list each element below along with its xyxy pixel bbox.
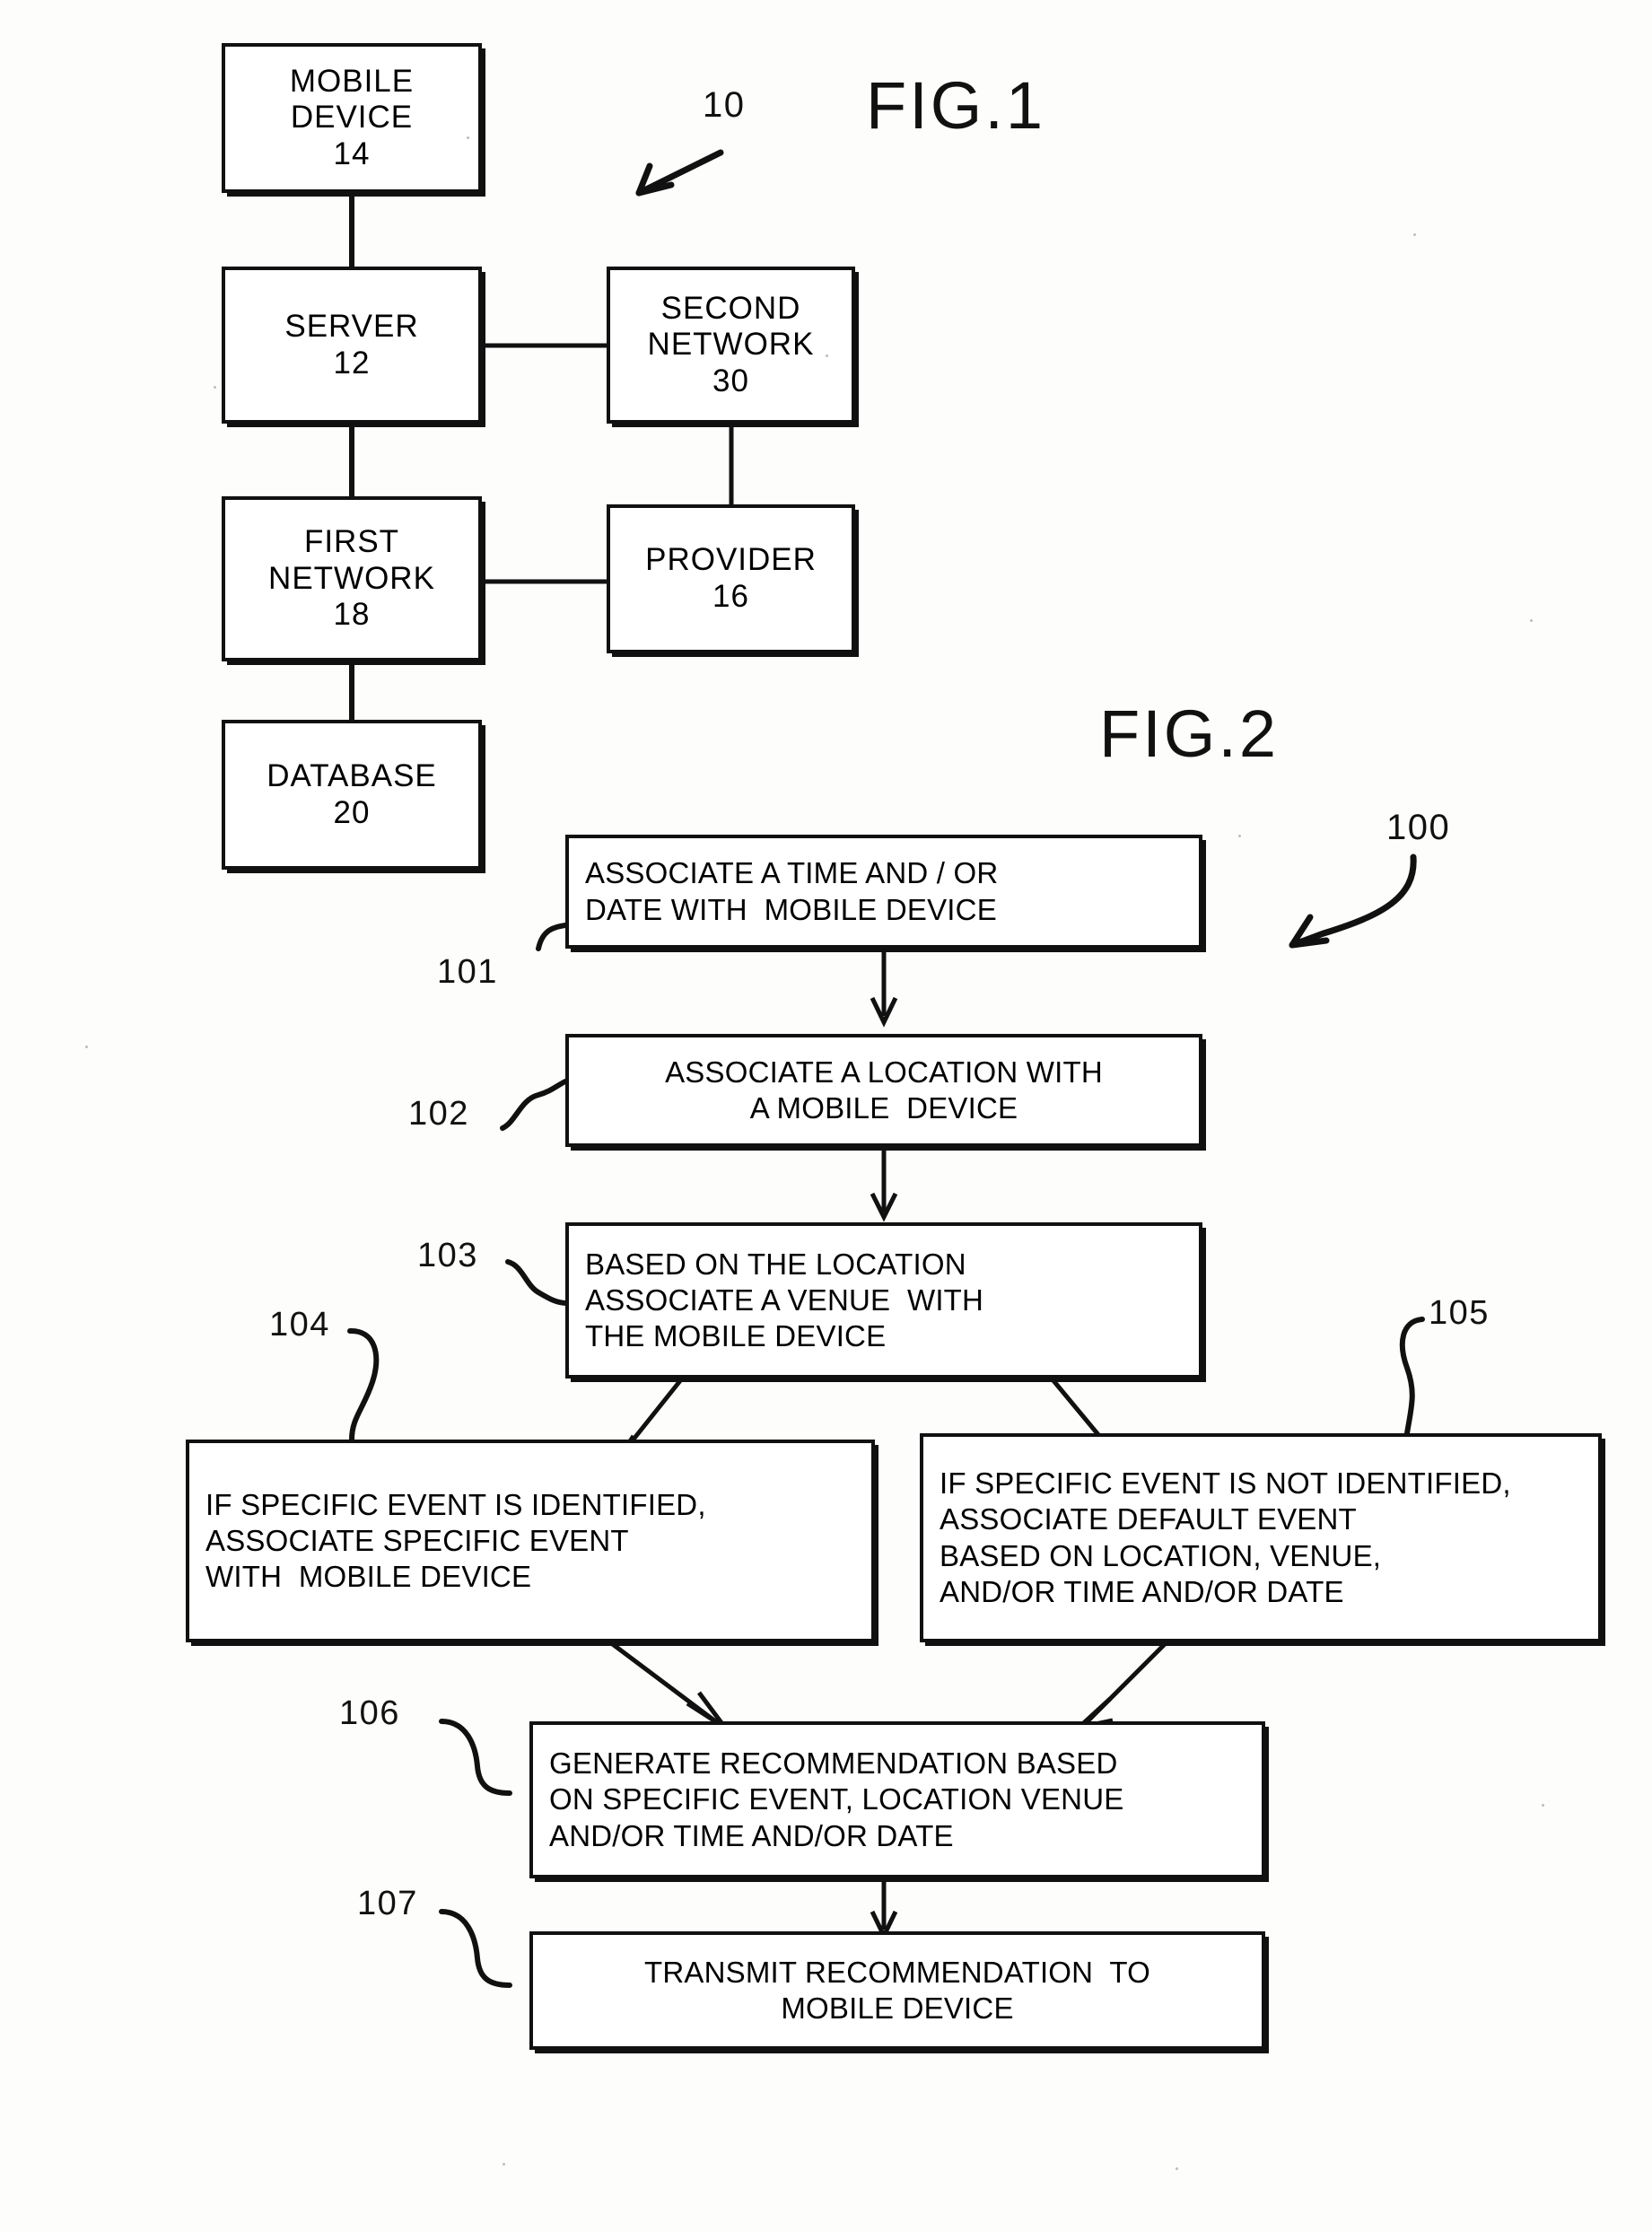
step-line: WITH MOBILE DEVICE (205, 1560, 532, 1594)
patent-drawing-sheet: FIG.1 10 MOBILE DEVICE 14 SERVER 12 SECO… (0, 0, 1652, 2232)
step-line: AND/OR TIME AND/OR DATE (940, 1574, 1344, 1608)
reference-numeral-105: 105 (1429, 1294, 1490, 1332)
fig2-step-101: ASSOCIATE A TIME AND / OR DATE WITH MOBI… (565, 835, 1202, 949)
step-line: IF SPECIFIC EVENT IS IDENTIFIED, (205, 1487, 706, 1521)
node-line: PROVIDER (645, 542, 817, 578)
step-line: BASED ON THE LOCATION (585, 1247, 966, 1281)
scan-speck (503, 2163, 505, 2166)
node-line: FIRST (303, 524, 400, 560)
reference-numeral-107: 107 (357, 1885, 418, 1922)
reference-numeral-10: 10 (703, 85, 746, 125)
scan-speck (85, 1046, 88, 1048)
node-line: DEVICE (290, 100, 414, 136)
step-line: ASSOCIATE A VENUE WITH (585, 1282, 984, 1317)
leader-105 (1399, 1317, 1425, 1436)
fig2-step-106: GENERATE RECOMMENDATION BASED ON SPECIFI… (529, 1721, 1265, 1878)
leader-arrow-10 (635, 149, 724, 197)
figure-1-title: FIG.1 (866, 68, 1046, 143)
reference-numeral-106: 106 (339, 1694, 400, 1732)
fig1-node-mobile-device: MOBILE DEVICE 14 (222, 43, 482, 193)
leader-103 (505, 1259, 570, 1306)
fig2-step-103: BASED ON THE LOCATION ASSOCIATE A VENUE … (565, 1222, 1202, 1379)
reference-numeral-102: 102 (408, 1095, 469, 1133)
leader-arrow-100 (1289, 853, 1417, 949)
fig2-step-102: ASSOCIATE A LOCATION WITH A MOBILE DEVIC… (565, 1034, 1202, 1147)
fig2-step-104: IF SPECIFIC EVENT IS IDENTIFIED, ASSOCIA… (186, 1440, 875, 1642)
step-line: MOBILE DEVICE (781, 1991, 1014, 2025)
node-line: 16 (712, 579, 749, 614)
step-line: ASSOCIATE A LOCATION WITH (665, 1055, 1103, 1089)
scan-speck (214, 386, 216, 389)
leader-arrowhead-100 (1289, 914, 1330, 949)
step-line: TRANSMIT RECOMMENDATION TO (644, 1955, 1150, 1989)
scan-speck (1413, 233, 1416, 236)
step-line: BASED ON LOCATION, VENUE, (940, 1538, 1382, 1572)
reference-numeral-100: 100 (1386, 808, 1451, 847)
leader-106 (439, 1719, 512, 1796)
node-line: DATABASE (267, 757, 437, 793)
scan-speck (1238, 835, 1241, 837)
leader-107 (439, 1909, 512, 1988)
node-line: 14 (333, 136, 371, 171)
step-line: IF SPECIFIC EVENT IS NOT IDENTIFIED, (940, 1466, 1511, 1500)
fig1-node-second-network: SECOND NETWORK 30 (607, 267, 855, 424)
step-line: DATE WITH MOBILE DEVICE (585, 892, 997, 926)
node-line: SERVER (284, 308, 419, 344)
node-line: 30 (712, 363, 749, 398)
scan-speck (1176, 2167, 1178, 2170)
scan-speck (1542, 1804, 1544, 1807)
scan-speck (1530, 619, 1533, 622)
reference-numeral-103: 103 (417, 1237, 478, 1274)
leader-102 (500, 1079, 568, 1131)
leader-arrowhead-10 (635, 162, 675, 197)
step-line: ASSOCIATE SPECIFIC EVENT (205, 1523, 629, 1557)
step-line: ASSOCIATE DEFAULT EVENT (940, 1502, 1357, 1536)
fig2-step-107: TRANSMIT RECOMMENDATION TO MOBILE DEVICE (529, 1931, 1265, 2050)
fig1-node-server: SERVER 12 (222, 267, 482, 424)
arrowhead-101-102 (870, 996, 898, 1028)
node-line: 18 (333, 597, 371, 633)
step-line: GENERATE RECOMMENDATION BASED (549, 1746, 1118, 1781)
reference-numeral-104: 104 (269, 1306, 330, 1344)
fig1-node-database: DATABASE 20 (222, 720, 482, 870)
fig1-node-provider: PROVIDER 16 (607, 504, 855, 653)
fig1-node-first-network: FIRST NETWORK 18 (222, 496, 482, 661)
reference-numeral-101: 101 (437, 953, 498, 991)
scan-speck (467, 136, 469, 139)
step-line: THE MOBILE DEVICE (585, 1319, 887, 1353)
figure-2-title: FIG.2 (1099, 696, 1280, 771)
wire-105-106 (1084, 1641, 1168, 1725)
wire-104-106 (608, 1641, 720, 1725)
step-line: A MOBILE DEVICE (749, 1091, 1018, 1125)
step-line: AND/OR TIME AND/OR DATE (549, 1818, 954, 1852)
node-line: MOBILE (289, 63, 415, 99)
step-line: ON SPECIFIC EVENT, LOCATION VENUE (549, 1782, 1124, 1816)
scan-speck (826, 354, 828, 357)
node-line: 20 (333, 794, 371, 830)
node-line: SECOND (660, 290, 801, 326)
node-line: 12 (333, 345, 371, 381)
fig2-step-105: IF SPECIFIC EVENT IS NOT IDENTIFIED, ASS… (920, 1433, 1602, 1642)
node-line: NETWORK (647, 327, 815, 363)
leader-104 (347, 1327, 380, 1442)
node-line: NETWORK (268, 560, 435, 596)
arrowhead-102-103 (870, 1192, 898, 1222)
step-line: ASSOCIATE A TIME AND / OR (585, 856, 999, 890)
